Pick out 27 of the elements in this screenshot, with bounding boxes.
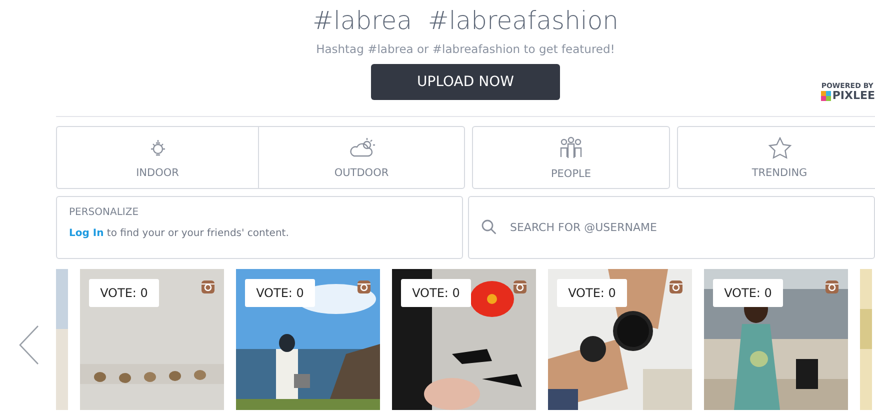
vote-button[interactable]: VOTE: 0 [89,279,159,307]
brand-name: PIXLEE [832,90,875,102]
subtitle: Hashtag #labrea or #labreafashion to get featured! [316,42,615,56]
logo-icon [821,91,832,101]
star-icon [768,136,792,158]
filter-tab[interactable]: OUTDOOR [258,126,465,189]
cloud-sun-icon [348,136,376,158]
vote-button[interactable]: VOTE: 0 [557,279,627,307]
login-hint: to find your or your friends' content. [106,228,289,239]
people-icon [558,136,584,160]
camera-icon [669,280,683,294]
filter-tab[interactable]: PEOPLE [472,126,670,189]
filter-tab[interactable]: INDOOR [56,126,258,189]
hashtag-title: #labrea #labreafashion [312,6,618,36]
previous-arrow[interactable] [19,325,39,365]
upload-button[interactable]: UPLOAD NOW [371,64,560,100]
vote-button[interactable]: VOTE: 0 [245,279,315,307]
search-icon [481,219,497,235]
camera-icon [357,280,371,294]
search-field[interactable]: SEARCH FOR @USERNAME [468,196,875,259]
camera-icon [513,280,527,294]
camera-icon [825,280,839,294]
vote-button[interactable]: VOTE: 0 [713,279,783,307]
camera-icon [201,280,215,294]
filter-tab[interactable]: TRENDING [677,126,875,189]
vote-button[interactable]: VOTE: 0 [401,279,471,307]
personalize-heading: PERSONALIZE [69,207,140,218]
